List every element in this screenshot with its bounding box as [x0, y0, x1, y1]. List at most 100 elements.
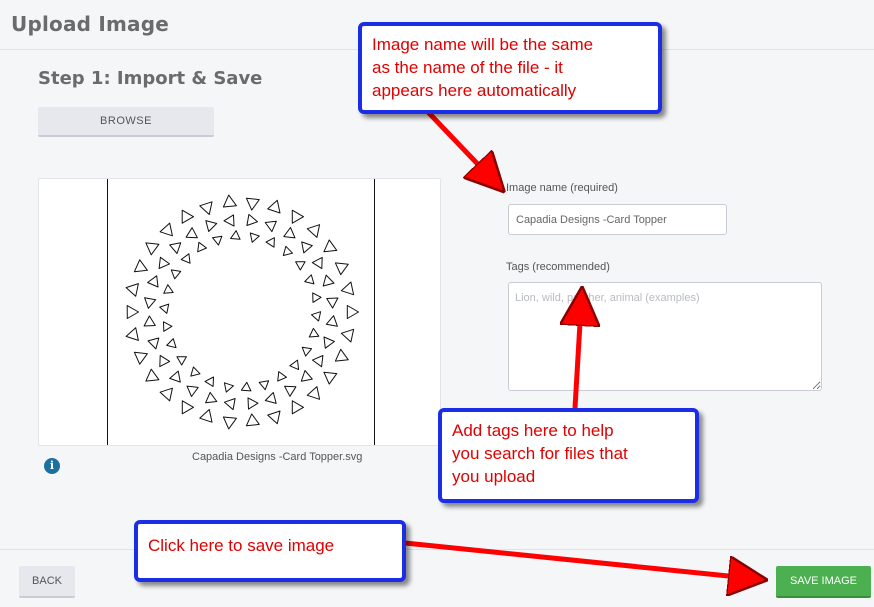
ring-triangle	[205, 391, 218, 404]
ring-triangle	[306, 224, 321, 238]
ring-triangle	[284, 385, 297, 397]
ring-triangle	[323, 239, 338, 253]
image-preview-panel	[38, 178, 441, 446]
ring-triangle	[308, 327, 320, 338]
ring-triangle	[159, 387, 173, 402]
ring-triangle	[223, 382, 234, 393]
ring-triangle	[311, 311, 322, 322]
ring-triangle	[199, 409, 213, 423]
ring-triangle	[133, 259, 148, 273]
ring-triangle	[169, 370, 181, 383]
ring-triangle	[158, 256, 170, 269]
ring-triangle	[325, 315, 338, 327]
ring-triangle	[326, 297, 339, 309]
ring-triangle	[267, 410, 281, 425]
ring-triangle	[145, 242, 160, 256]
ring-triangle	[144, 297, 157, 309]
ring-triangle	[311, 256, 323, 270]
ring-triangle	[346, 305, 359, 319]
ring-triangle	[323, 371, 338, 385]
ring-triangle	[258, 380, 270, 391]
ring-triangle	[340, 281, 355, 296]
ring-triangle	[267, 199, 281, 214]
ring-triangle	[334, 348, 349, 362]
ring-triangle	[301, 241, 313, 254]
ring-triangle	[180, 253, 191, 264]
browse-button[interactable]: BROWSE	[38, 107, 214, 137]
ring-triangle	[159, 222, 173, 237]
ring-triangle	[159, 354, 171, 368]
ring-triangle	[277, 371, 287, 382]
ring-triangle	[163, 284, 174, 294]
ring-triangle	[323, 336, 335, 349]
image-name-label: Image name (required)	[506, 182, 618, 194]
ring-triangle	[245, 413, 260, 427]
ring-triangle	[212, 235, 223, 246]
ring-triangle	[222, 416, 237, 430]
ring-triangle	[205, 220, 218, 232]
ring-triangle	[222, 194, 237, 208]
ring-triangle	[300, 370, 313, 382]
ring-triangle	[245, 197, 260, 211]
ring-triangle	[197, 241, 207, 253]
ring-triangle	[301, 346, 313, 357]
tags-label: Tags (recommended)	[506, 261, 610, 273]
ring-triangle	[322, 274, 335, 287]
arrow-to-image-name	[426, 110, 491, 178]
ring-triangle	[170, 269, 182, 280]
save-image-button[interactable]: SAVE IMAGE	[776, 566, 871, 598]
ring-triangle	[289, 359, 300, 371]
ring-triangle	[126, 305, 139, 319]
ring-triangle	[264, 392, 277, 404]
ring-triangle	[240, 381, 252, 392]
ring-triangle	[264, 220, 277, 233]
ring-triangle	[145, 368, 160, 382]
step-title: Step 1: Import & Save	[38, 68, 263, 89]
ring-triangle	[223, 214, 235, 227]
info-icon[interactable]: i	[44, 458, 60, 474]
ring-triangle	[295, 261, 306, 271]
ring-triangle	[291, 209, 304, 224]
ring-triangle	[247, 397, 259, 410]
ring-triangle	[291, 400, 304, 415]
tags-input[interactable]	[508, 282, 822, 391]
ring-triangle	[283, 227, 296, 239]
callout-save: Click here to save image	[134, 520, 406, 582]
ring-triangle	[186, 385, 199, 397]
ring-triangle	[176, 356, 187, 366]
ring-triangle	[249, 232, 260, 243]
ring-triangle	[340, 328, 355, 343]
ring-triangle	[190, 366, 201, 377]
ring-triangle	[224, 398, 236, 411]
ring-triangle	[312, 355, 324, 368]
ring-triangle	[133, 351, 148, 365]
ring-triangle	[181, 400, 194, 415]
ring-triangle	[282, 245, 293, 256]
ring-triangle	[181, 209, 194, 224]
ring-triangle	[304, 274, 315, 285]
ring-triangle	[334, 262, 349, 276]
ring-triangle	[199, 201, 213, 215]
ring-triangle	[147, 275, 159, 288]
ring-triangle	[143, 315, 156, 327]
ring-triangle	[125, 283, 139, 297]
ring-triangle	[163, 321, 173, 332]
ring-triangle	[204, 376, 214, 387]
callout-image-name: Image name will be the same as the name …	[358, 22, 662, 114]
ring-triangle	[169, 242, 182, 254]
ring-triangle	[159, 303, 170, 314]
image-preview	[107, 179, 375, 445]
footer-bar	[0, 549, 874, 607]
ring-triangle	[265, 237, 275, 248]
page-title: Upload Image	[11, 12, 169, 36]
image-name-input[interactable]	[508, 204, 727, 235]
back-button[interactable]: BACK	[19, 566, 75, 598]
ring-triangle	[147, 337, 160, 350]
triangle-ring-image	[125, 194, 359, 430]
ring-triangle	[166, 338, 177, 349]
preview-file-name: Capadia Designs -Card Topper.svg	[192, 451, 363, 463]
ring-triangle	[185, 227, 198, 239]
ring-triangle	[246, 213, 258, 226]
ring-triangle	[306, 386, 321, 400]
ring-triangle	[312, 292, 322, 303]
